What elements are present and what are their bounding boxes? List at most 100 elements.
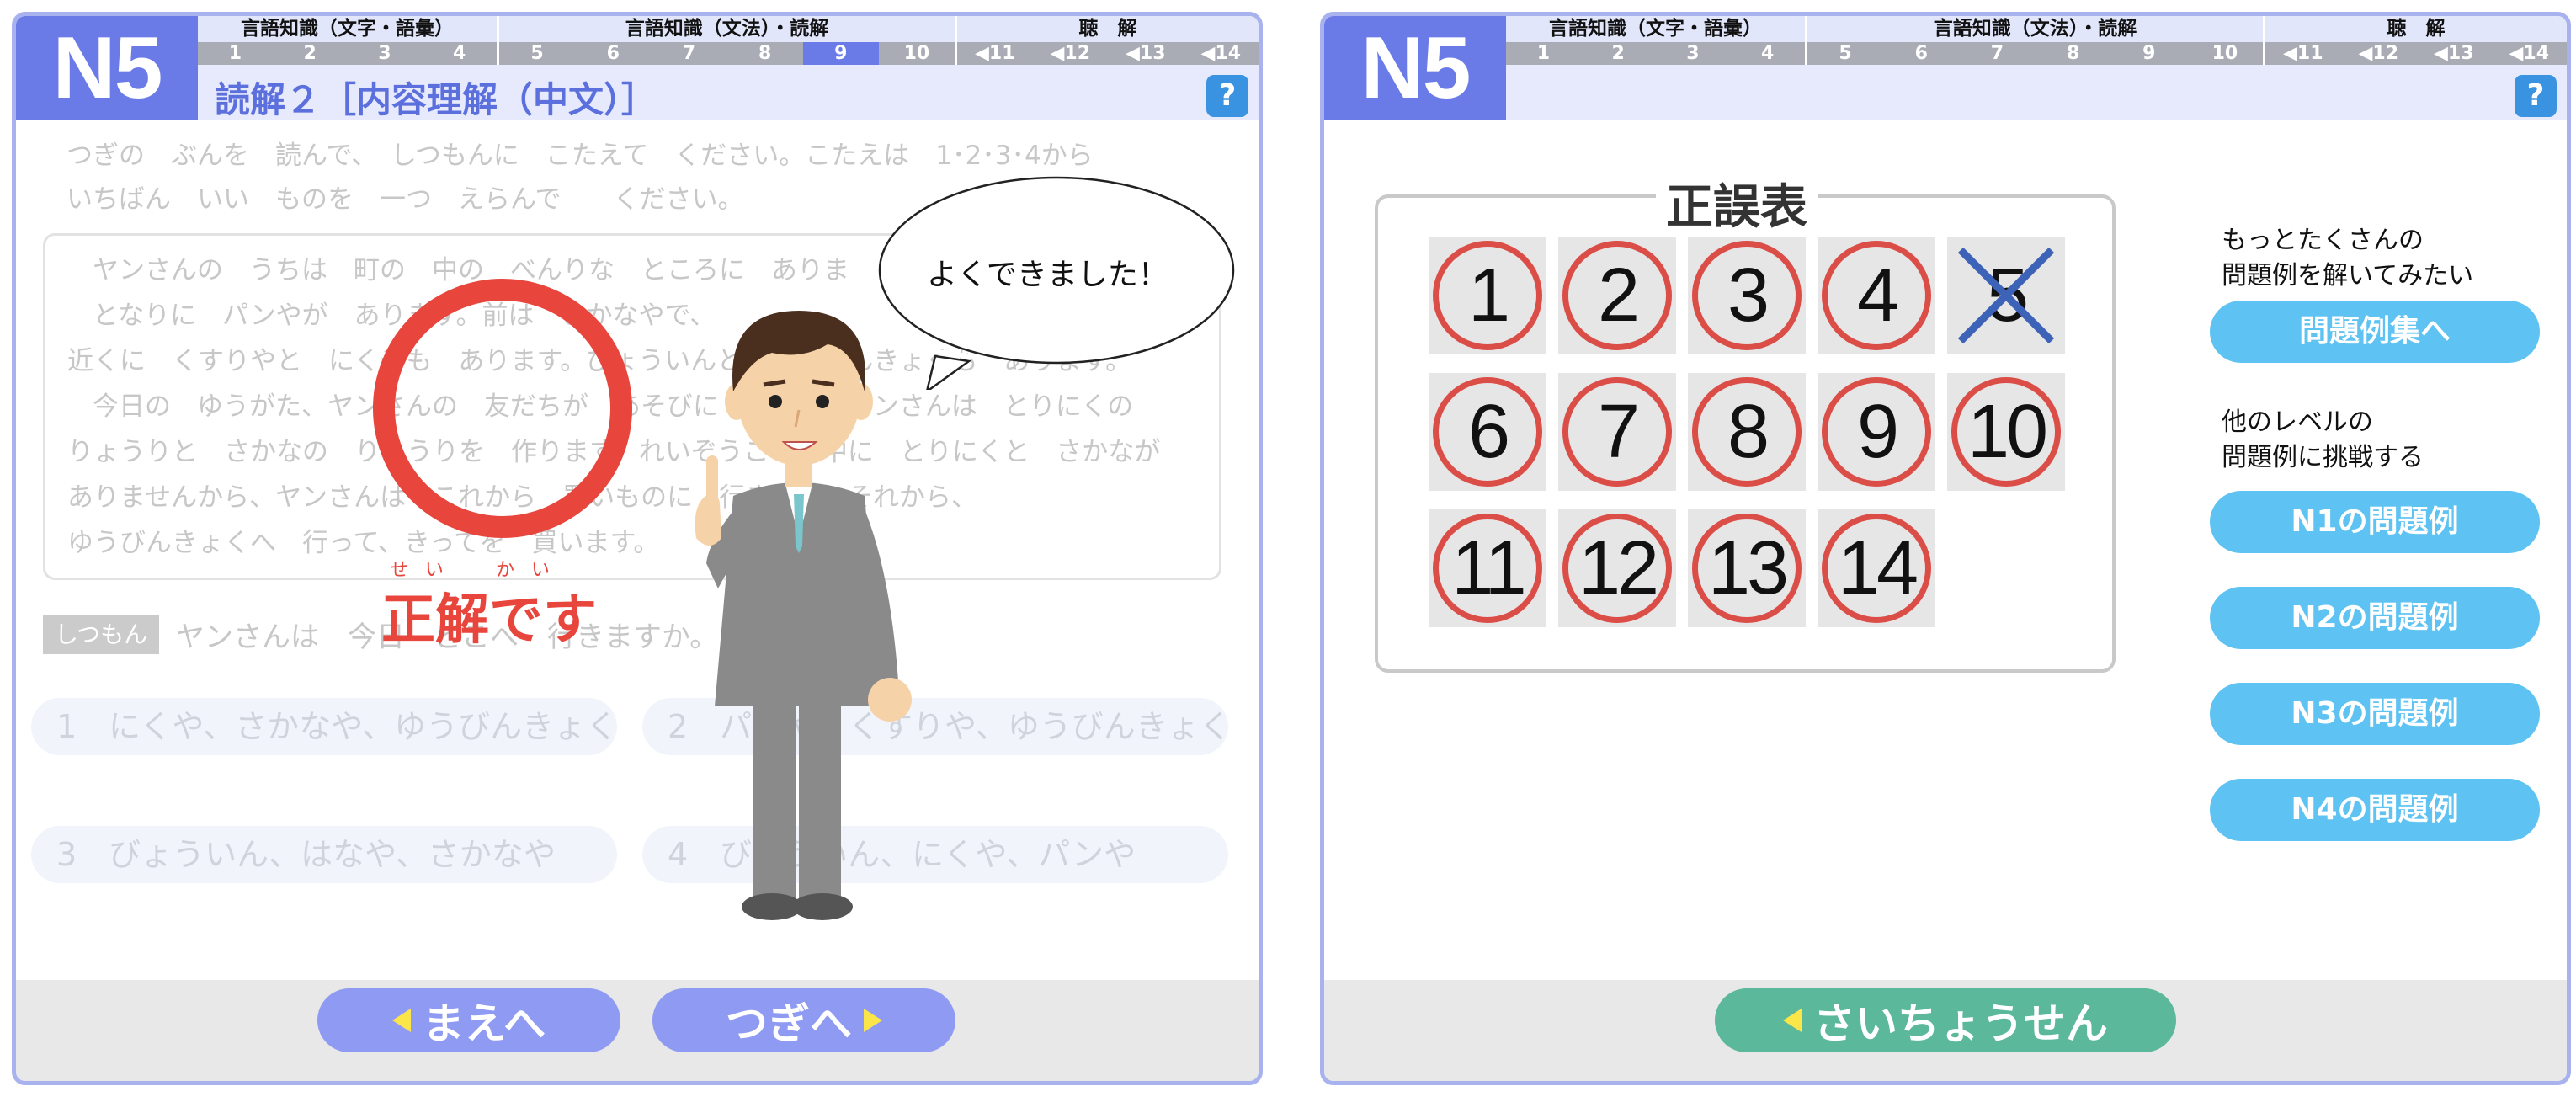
- result-number: 7: [1597, 390, 1640, 474]
- retry-button-label: さいちょうせん: [1813, 999, 2108, 1048]
- other-levels-line: 問題例に挑戦する: [2222, 443, 2424, 472]
- more-practice-text: もっとたくさんの 問題例を解いてみたい: [2222, 223, 2473, 294]
- section-listening: 聴 解 ◀11 ◀12 ◀13 ◀14: [2265, 16, 2567, 65]
- nav-item[interactable]: 6: [575, 42, 651, 65]
- nav-item-audio[interactable]: ◀13: [1108, 42, 1184, 65]
- result-number: 9: [1856, 390, 1899, 474]
- level-n1-button[interactable]: N1の問題例: [2210, 491, 2540, 553]
- result-cell[interactable]: 6: [1429, 373, 1546, 491]
- result-number: 10: [1967, 390, 2048, 474]
- nav-item[interactable]: 10: [879, 42, 955, 65]
- result-number: 8: [1727, 390, 1770, 474]
- result-cell[interactable]: 7: [1558, 373, 1676, 491]
- section-vocabulary: 言語知識（文字・語彙） 1 2 3 4: [198, 16, 499, 65]
- nav-item[interactable]: 10: [2187, 42, 2263, 65]
- other-levels-text: 他のレベルの 問題例に挑戦する: [2222, 405, 2424, 476]
- section-label: 言語知識（文法）・読解: [625, 18, 829, 40]
- section-grammar-reading: 言語知識（文法）・読解 5 6 7 8 9 10: [1807, 16, 2265, 65]
- nav-item[interactable]: 4: [1730, 42, 1805, 65]
- nav-item-audio[interactable]: ◀11: [2265, 42, 2341, 65]
- answer-choice-3[interactable]: 3 びょういん、はなや、さかなや: [31, 826, 617, 883]
- level-n4-button[interactable]: N4の問題例: [2210, 779, 2540, 841]
- result-number: 4: [1856, 253, 1899, 338]
- nav-item-audio[interactable]: ◀14: [1184, 42, 1259, 65]
- section-vocabulary: 言語知識（文字・語彙） 1 2 3 4: [1506, 16, 1807, 65]
- title-bar: ?: [1506, 65, 2567, 120]
- result-cell[interactable]: 2: [1558, 237, 1676, 354]
- nav-item[interactable]: 2: [1581, 42, 1656, 65]
- nav-item[interactable]: 3: [348, 42, 423, 65]
- nav-item[interactable]: 7: [1959, 42, 2035, 65]
- other-levels-line: 他のレベルの: [2222, 407, 2373, 437]
- result-number: 6: [1467, 390, 1510, 474]
- nav-item[interactable]: 4: [422, 42, 497, 65]
- section-label: 言語知識（文字・語彙）: [1549, 18, 1762, 40]
- result-number: 12: [1578, 526, 1659, 610]
- results-screen: N5 言語知識（文字・語彙） 1 2 3 4 言語知識（文法）・読解 5 6 7…: [1320, 12, 2571, 1085]
- level-logo: N5: [16, 16, 198, 120]
- next-button[interactable]: つぎへ: [652, 988, 955, 1052]
- result-number: 1: [1467, 253, 1510, 338]
- result-cell[interactable]: 13: [1688, 509, 1806, 627]
- result-number: 14: [1837, 526, 1919, 610]
- nav-item-audio[interactable]: ◀13: [2416, 42, 2492, 65]
- more-practice-line: 問題例を解いてみたい: [2222, 261, 2474, 290]
- result-cell[interactable]: 12: [1558, 509, 1676, 627]
- correct-circle-icon: [373, 279, 632, 538]
- question-screen: N5 言語知識（文字・語彙） 1 2 3 4 言語知識（文法）・読解 5 6 7…: [12, 12, 1263, 1085]
- nav-item[interactable]: 2: [273, 42, 348, 65]
- nav-item[interactable]: 8: [727, 42, 803, 65]
- nav-item[interactable]: 1: [1506, 42, 1581, 65]
- level-n2-button[interactable]: N2の問題例: [2210, 587, 2540, 649]
- level-n3-button[interactable]: N3の問題例: [2210, 683, 2540, 745]
- section-label: 聴 解: [2387, 18, 2446, 40]
- arrow-left-icon: [391, 1009, 411, 1032]
- bottom-nav: さいちょうせん: [1324, 980, 2567, 1081]
- nav-item[interactable]: 5: [1807, 42, 1883, 65]
- result-cell[interactable]: 9: [1818, 373, 1935, 491]
- nav-item-current[interactable]: 9: [802, 42, 879, 65]
- feedback-text: 正解です: [381, 589, 597, 652]
- nav-item[interactable]: 7: [651, 42, 726, 65]
- section-label: 言語知識（文法）・読解: [1933, 18, 2137, 40]
- nav-item-audio[interactable]: ◀12: [2341, 42, 2417, 65]
- result-cell[interactable]: 14: [1818, 509, 1935, 627]
- help-button[interactable]: ?: [2515, 75, 2557, 117]
- section-label: 言語知識（文字・語彙）: [241, 18, 454, 40]
- teacher-character-icon: [695, 311, 912, 920]
- result-cell[interactable]: 8: [1688, 373, 1806, 491]
- nav-item-audio[interactable]: ◀14: [2492, 42, 2568, 65]
- result-cell[interactable]: 11: [1429, 509, 1546, 627]
- more-practice-line: もっとたくさんの: [2222, 226, 2424, 255]
- answer-choice-1[interactable]: 1 にくや、さかなや、ゆうびんきょく: [31, 698, 618, 755]
- page-title: 読解２［内容理解（中文）］: [215, 79, 657, 120]
- result-cell[interactable]: 4: [1818, 237, 1935, 354]
- result-number: 11: [1451, 526, 1526, 610]
- question-collection-button[interactable]: 問題例集へ: [2210, 301, 2540, 363]
- section-grammar-reading: 言語知識（文法）・読解 5 6 7 8 9 10: [499, 16, 957, 65]
- prev-button[interactable]: まえへ: [317, 988, 620, 1052]
- arrow-left-icon: [1783, 1009, 1802, 1032]
- result-number: 3: [1727, 253, 1770, 338]
- nav-item[interactable]: 8: [2036, 42, 2111, 65]
- result-cell[interactable]: 1: [1429, 237, 1546, 354]
- nav-item-audio[interactable]: ◀12: [1033, 42, 1109, 65]
- nav-item-audio[interactable]: ◀11: [957, 42, 1033, 65]
- retry-button[interactable]: さいちょうせん: [1715, 988, 2176, 1052]
- result-cell[interactable]: 5: [1947, 237, 2065, 354]
- nav-item[interactable]: 3: [1656, 42, 1731, 65]
- nav-item[interactable]: 1: [198, 42, 273, 65]
- passage-line: りょうりと さかなの りょうりを 作ります。れいぞうこの 中に とりにくと さか…: [67, 437, 1161, 467]
- title-bar: 読解２［内容理解（中文）］ ?: [198, 65, 1259, 120]
- help-button[interactable]: ?: [1206, 75, 1248, 117]
- nav-item[interactable]: 6: [1883, 42, 1959, 65]
- result-cell[interactable]: 3: [1688, 237, 1806, 354]
- passage-line: 今日の ゆうがた、ヤンさんの 友だちが あそびに 来ます。ヤンさんは とりにくの: [93, 391, 1134, 422]
- nav-item[interactable]: 9: [2111, 42, 2187, 65]
- result-cell[interactable]: 10: [1947, 373, 2065, 491]
- results-table: 正誤表 1234567891011121314: [1375, 169, 2116, 673]
- section-label: 聴 解: [1078, 18, 1137, 40]
- section-nav: 言語知識（文字・語彙） 1 2 3 4 言語知識（文法）・読解 5 6 7 8 …: [1506, 16, 2567, 65]
- nav-item[interactable]: 5: [499, 42, 575, 65]
- result-number: 2: [1597, 253, 1640, 338]
